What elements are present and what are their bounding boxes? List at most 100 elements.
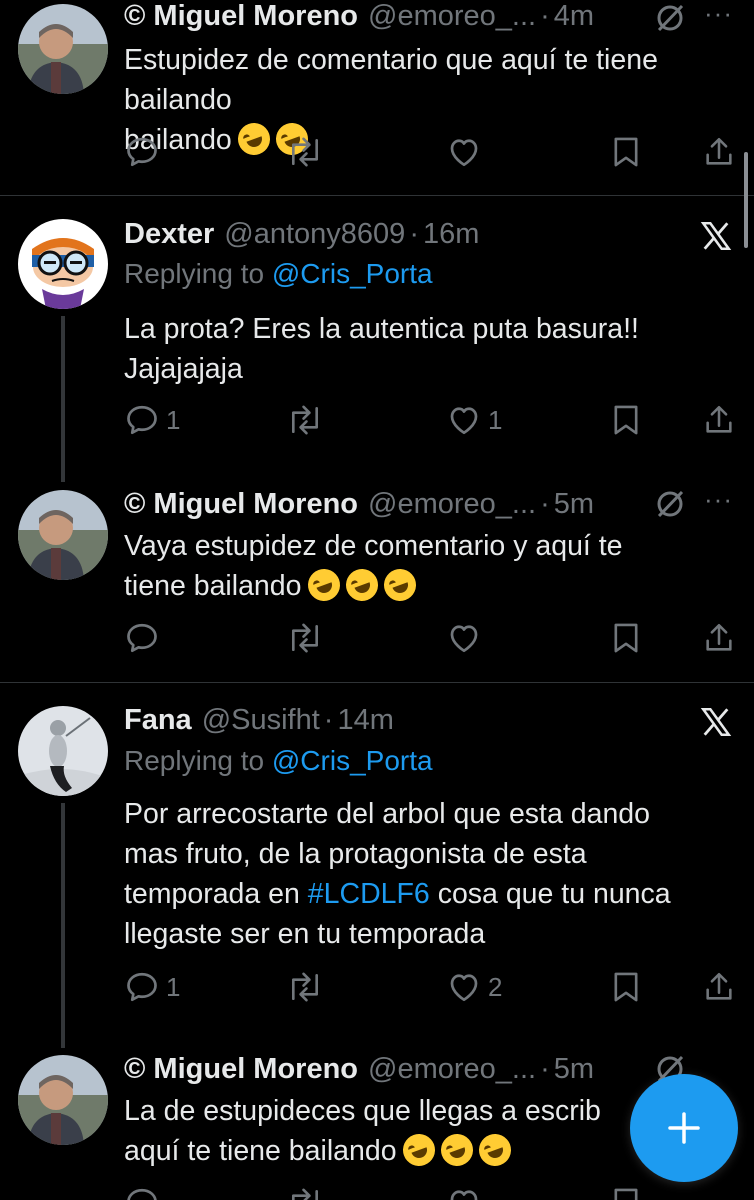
thread-connector-line — [61, 803, 65, 1048]
retweet-button[interactable] — [286, 618, 324, 658]
grok-icon[interactable] — [652, 486, 688, 522]
reply-icon — [124, 134, 160, 170]
x-logo-icon[interactable] — [696, 216, 736, 256]
timestamp[interactable]: 16m — [423, 218, 479, 251]
reply-icon — [124, 969, 160, 1005]
author-handle[interactable]: @emoreo_... — [368, 0, 536, 33]
timestamp[interactable]: 14m — [337, 704, 393, 737]
bookmark-button[interactable] — [610, 618, 642, 658]
bookmark-button[interactable] — [610, 132, 642, 172]
timestamp[interactable]: 5m — [554, 488, 594, 521]
retweet-icon — [286, 1185, 324, 1200]
mention-link[interactable]: @Cris_Porta — [272, 258, 433, 289]
separator-dot: · — [540, 487, 550, 520]
retweet-icon — [286, 620, 324, 656]
tweet-3[interactable]: © Miguel Moreno @emoreo_... · 5m ··· Vay… — [0, 484, 754, 682]
retweet-icon — [286, 402, 324, 438]
share-button[interactable] — [702, 967, 736, 1007]
like-count: 2 — [488, 971, 503, 1002]
tweet-4[interactable]: Fana @Susifht · 14m Replying to @Cris_Po… — [0, 683, 754, 1049]
reply-icon — [124, 402, 160, 438]
share-button[interactable] — [702, 132, 736, 172]
tweet-actions — [124, 132, 736, 172]
timestamp[interactable]: 5m — [554, 1053, 594, 1086]
hashtag-link[interactable]: #LCDLF6 — [308, 878, 430, 910]
share-button[interactable] — [702, 618, 736, 658]
share-icon — [702, 134, 736, 170]
bookmark-icon — [610, 134, 642, 170]
rolling-laughing-emoji — [436, 1129, 478, 1171]
avatar-miguel[interactable] — [18, 490, 108, 580]
share-button[interactable] — [702, 400, 736, 440]
scrollbar-thumb[interactable] — [744, 152, 748, 248]
replying-to: Replying to @Cris_Porta — [124, 258, 433, 289]
avatar-miguel[interactable] — [18, 1055, 108, 1145]
plus-icon — [668, 1112, 700, 1144]
grok-icon[interactable] — [652, 0, 688, 36]
like-button[interactable]: 1 — [446, 400, 502, 440]
bookmark-button[interactable] — [610, 967, 642, 1007]
author-handle[interactable]: @emoreo_... — [368, 488, 536, 521]
rolling-laughing-emoji — [302, 564, 345, 606]
retweet-button[interactable] — [286, 132, 324, 172]
like-button[interactable] — [446, 132, 488, 172]
author-name[interactable]: Fana — [124, 704, 192, 737]
separator-dot: · — [540, 0, 550, 32]
rolling-laughing-emoji — [398, 1129, 440, 1171]
retweet-icon — [286, 969, 324, 1005]
retweet-button[interactable] — [286, 1183, 324, 1200]
author-name[interactable]: Dexter — [124, 218, 214, 251]
avatar-dexter[interactable] — [18, 219, 108, 309]
mention-link[interactable]: @Cris_Porta — [272, 745, 433, 776]
share-icon — [702, 402, 736, 438]
tweet-2[interactable]: Dexter @antony8609 · 16m Replying to @Cr… — [0, 196, 754, 484]
like-button[interactable] — [446, 618, 482, 658]
rolling-laughing-emoji — [340, 564, 383, 606]
like-button[interactable]: 2 — [446, 967, 502, 1007]
bookmark-button[interactable] — [610, 1183, 642, 1200]
separator-dot: · — [409, 217, 419, 250]
thread-connector-line — [61, 316, 65, 482]
heart-icon — [446, 620, 482, 656]
rolling-laughing-emoji — [474, 1129, 516, 1171]
author-name[interactable]: © Miguel Moreno — [124, 0, 358, 33]
avatar-fana[interactable] — [18, 706, 108, 796]
tweet-1[interactable]: © Miguel Moreno @emoreo_... · 4m ··· Est… — [0, 0, 754, 195]
separator-dot: · — [540, 1052, 550, 1085]
tweet-actions — [124, 1183, 736, 1200]
x-logo-icon[interactable] — [696, 702, 736, 742]
avatar-miguel[interactable] — [18, 4, 108, 94]
tweet-text: Vaya estupidez de comentario y aquí te ti… — [124, 526, 724, 606]
heart-icon — [446, 134, 482, 170]
reply-button[interactable] — [124, 132, 166, 172]
reply-button[interactable]: 1 — [124, 400, 180, 440]
reply-button[interactable] — [124, 1183, 160, 1200]
heart-icon — [446, 1185, 482, 1200]
tweet-actions: 1 2 — [124, 967, 736, 1007]
reply-button[interactable]: 1 — [124, 967, 180, 1007]
more-options-button[interactable]: ··· — [704, 0, 733, 29]
tweet-actions — [124, 618, 736, 658]
reply-button[interactable] — [124, 618, 160, 658]
bookmark-icon — [610, 969, 642, 1005]
heart-icon — [446, 969, 482, 1005]
retweet-button[interactable] — [286, 967, 324, 1007]
reply-count: 1 — [166, 404, 181, 435]
retweet-button[interactable] — [286, 400, 324, 440]
like-button[interactable] — [446, 1183, 482, 1200]
author-handle[interactable]: @emoreo_... — [368, 1053, 536, 1086]
heart-icon — [446, 402, 482, 438]
author-name[interactable]: © Miguel Moreno — [124, 488, 358, 521]
timestamp[interactable]: 4m — [554, 0, 594, 33]
more-options-button[interactable]: ··· — [704, 484, 733, 515]
bookmark-icon — [610, 1185, 642, 1200]
reply-icon — [124, 620, 160, 656]
share-icon — [702, 620, 736, 656]
bookmark-icon — [610, 620, 642, 656]
author-handle[interactable]: @Susifht — [202, 704, 320, 737]
author-handle[interactable]: @antony8609 — [224, 218, 405, 251]
author-name[interactable]: © Miguel Moreno — [124, 1053, 358, 1086]
separator-dot: · — [323, 703, 334, 736]
compose-button[interactable] — [630, 1074, 738, 1182]
bookmark-button[interactable] — [610, 400, 642, 440]
